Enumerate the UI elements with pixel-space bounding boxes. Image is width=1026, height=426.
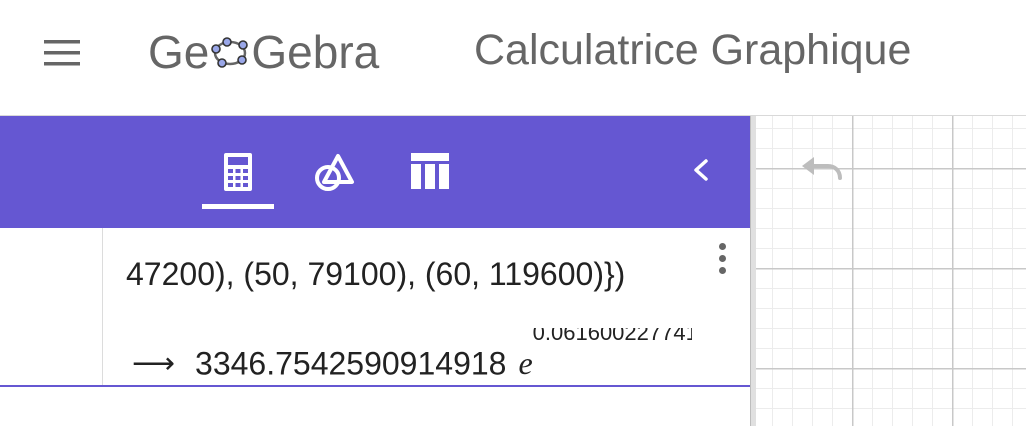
collapse-panel-button[interactable] (684, 152, 720, 188)
dot-icon (718, 255, 726, 262)
hamburger-menu-icon (44, 40, 80, 66)
algebra-row-marker[interactable] (0, 228, 103, 386)
view-toolbar (0, 116, 750, 228)
logo-text-left: Ge (148, 26, 210, 78)
tab-table[interactable] (394, 116, 466, 228)
row-divider (0, 385, 750, 387)
tab-tools[interactable] (298, 116, 370, 228)
undo-button[interactable] (798, 152, 846, 192)
output-coefficient: 3346.7542590914918 (195, 345, 507, 378)
output-base: e (518, 345, 533, 378)
algebra-input[interactable]: 47200), (50, 79100), (60, 119600)}) (126, 256, 625, 293)
algebra-output: ⟶ 3346.7542590914918 e0.0616002277413 (132, 328, 692, 378)
geogebra-app: Ge Gebra Calculatrice Graphique 47200), … (0, 0, 1026, 426)
calculator-icon (224, 153, 252, 191)
chevron-left-icon (694, 159, 708, 181)
active-tab-indicator (202, 204, 274, 209)
geogebra-ellipse-icon (211, 37, 249, 68)
tab-algebra[interactable] (202, 116, 274, 228)
logo-text-right: Gebra (251, 26, 380, 78)
dot-icon (718, 267, 726, 274)
app-title: Calculatrice Graphique (474, 26, 912, 74)
geometry-tools-icon (315, 154, 354, 191)
algebra-view: 47200), (50, 79100), (60, 119600)}) ⟶ 334… (0, 228, 750, 426)
dot-icon (718, 243, 726, 250)
undo-icon (802, 157, 842, 180)
geogebra-logo: Ge Gebra (148, 22, 379, 82)
table-icon (411, 153, 449, 189)
header-bar: Ge Gebra Calculatrice Graphique (0, 0, 1026, 116)
main-menu-button[interactable] (40, 36, 84, 70)
right-arrow-icon: ⟶ (132, 347, 176, 378)
output-exponent: 0.0616002277413 (532, 328, 692, 345)
graphics-view[interactable] (756, 116, 1026, 426)
more-options-button[interactable] (712, 240, 732, 280)
